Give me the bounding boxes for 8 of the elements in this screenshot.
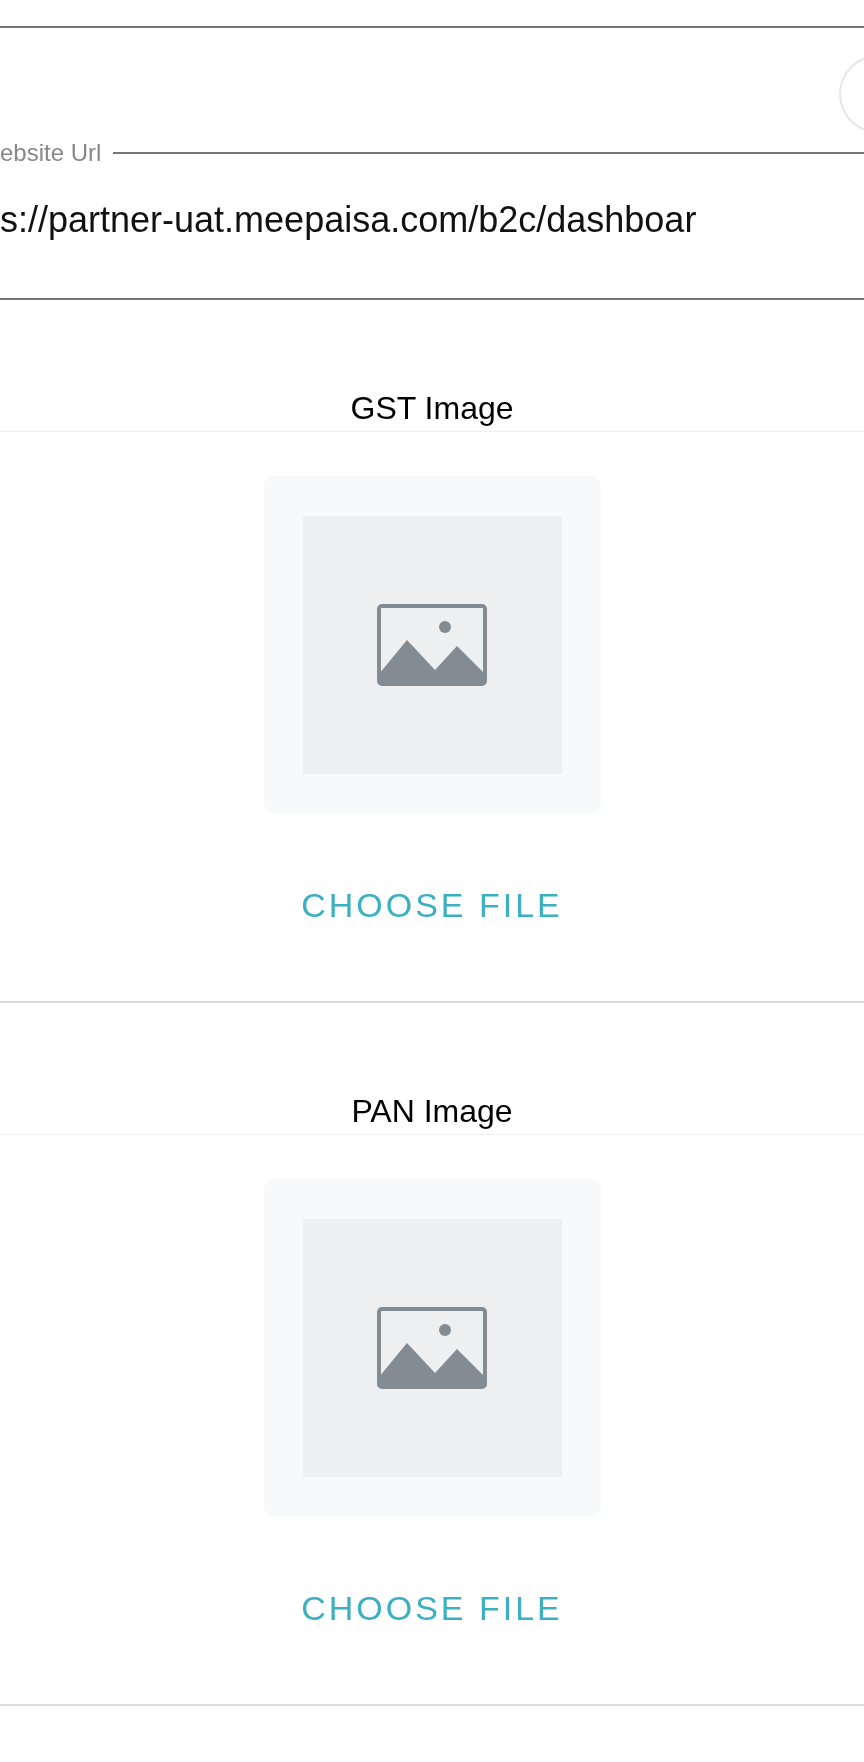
- choose-file-button[interactable]: CHOOSE FILE: [301, 1588, 563, 1628]
- image-icon: [377, 1306, 487, 1389]
- section-title: PAN Image: [350, 1092, 514, 1131]
- image-icon: [377, 603, 487, 686]
- section-title: GST Image: [349, 389, 515, 428]
- choose-file-button[interactable]: CHOOSE FILE: [301, 885, 563, 925]
- website-url-field[interactable]: s://partner-uat.meepaisa.com/b2c/dashboar: [0, 198, 864, 242]
- field-label: ebsite Url: [0, 140, 102, 166]
